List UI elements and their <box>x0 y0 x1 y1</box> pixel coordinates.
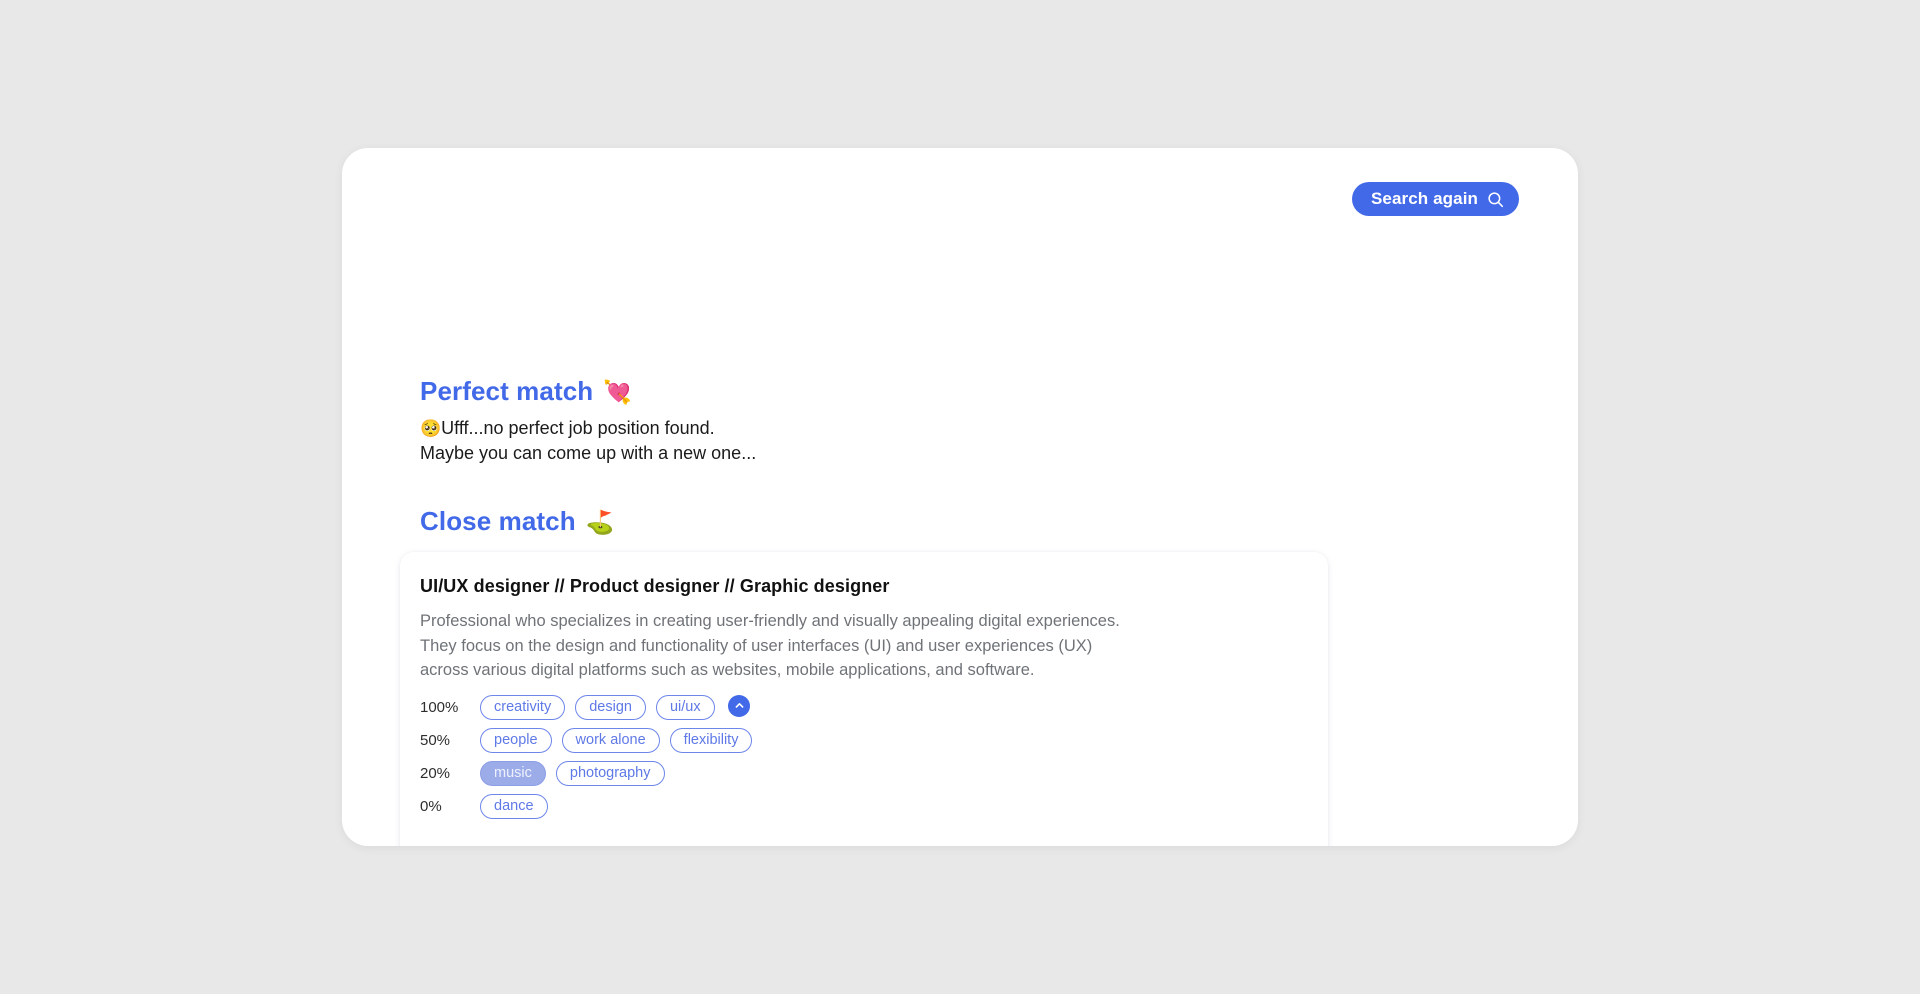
chevron-up-icon-button[interactable] <box>728 694 750 717</box>
card-title: UI/UX designer // Product designer // Gr… <box>420 576 890 596</box>
tag-chip[interactable]: dance <box>480 793 548 820</box>
golf-flag-icon: ⛳ <box>585 509 615 535</box>
tag-chip[interactable]: ui/ux <box>655 694 715 721</box>
tag-row: 20% music photography <box>420 760 1300 787</box>
tag-chip[interactable]: people <box>480 727 552 754</box>
heart-arrow-icon: 💘 <box>603 379 633 405</box>
tag-row-chips: dance <box>480 793 548 820</box>
tag-row: 100% creativity design ui/ux <box>420 694 1300 721</box>
card-footer: UI/UX designers can listen to music whil… <box>420 846 1300 847</box>
tag-chip[interactable]: design <box>575 694 646 721</box>
perfect-match-body-line-2: Maybe you can come up with a new one... <box>420 443 757 463</box>
tag-chip[interactable]: flexibility <box>669 727 753 754</box>
results-list: UI/UX designer // Product designer // Gr… <box>400 552 1328 846</box>
tag-chip[interactable]: creativity <box>480 694 566 721</box>
close-match-heading-text: Close match <box>420 506 576 536</box>
card-hint-line-1: UI/UX designers can listen to music <box>467 846 696 847</box>
card-description-line-3: across various digital platforms such as… <box>420 661 1035 679</box>
card-description-line-1: Professional who specializes in creating… <box>420 612 1120 630</box>
content-column: Perfect match 💘 🥺Ufff...no perfect job p… <box>400 148 1539 846</box>
tag-rows: 100% creativity design ui/ux 50% people <box>420 694 1300 820</box>
card-description: Professional who specializes in creating… <box>420 609 1300 683</box>
card-description-line-2: They focus on the design and functionali… <box>420 636 1093 655</box>
app-window: Search again Perfect match 💘 🥺Ufff...no … <box>342 148 1578 846</box>
tag-row-percent: 0% <box>420 798 442 815</box>
perfect-match-body-text-1: Ufff...no perfect job position found. <box>441 418 715 438</box>
tag-row-percent: 20% <box>420 765 451 782</box>
window-inner: Search again Perfect match 💘 🥺Ufff...no … <box>342 148 1578 846</box>
result-card-uiux-designer[interactable]: UI/UX designer // Product designer // Gr… <box>400 552 1328 846</box>
tag-row-percent: 50% <box>420 732 451 749</box>
tag-row: 50% people work alone flexibility <box>420 727 1300 754</box>
tag-chip[interactable]: photography <box>555 760 665 787</box>
perfect-match-body-line-1: 🥺Ufff...no perfect job position found. <box>420 416 756 441</box>
tag-row-percent: 100% <box>420 699 459 716</box>
close-match-heading: Close match ⛳ <box>420 506 614 537</box>
tag-row: 0% dance <box>420 793 1300 820</box>
tag-row-chips: creativity design ui/ux <box>480 694 715 721</box>
perfect-match-body: 🥺Ufff...no perfect job position found. M… <box>420 416 756 466</box>
tag-chip[interactable]: work alone <box>561 727 660 754</box>
tag-chip-selected[interactable]: music <box>480 760 546 787</box>
pleading-face-icon: 🥺 <box>420 419 442 438</box>
perfect-match-heading: Perfect match 💘 <box>420 376 632 407</box>
card-hint: UI/UX designers can listen to music whil… <box>420 846 696 847</box>
perfect-match-heading-text: Perfect match <box>420 376 594 406</box>
tag-row-chips: people work alone flexibility <box>480 727 753 754</box>
tag-row-chips: music photography <box>480 760 665 787</box>
